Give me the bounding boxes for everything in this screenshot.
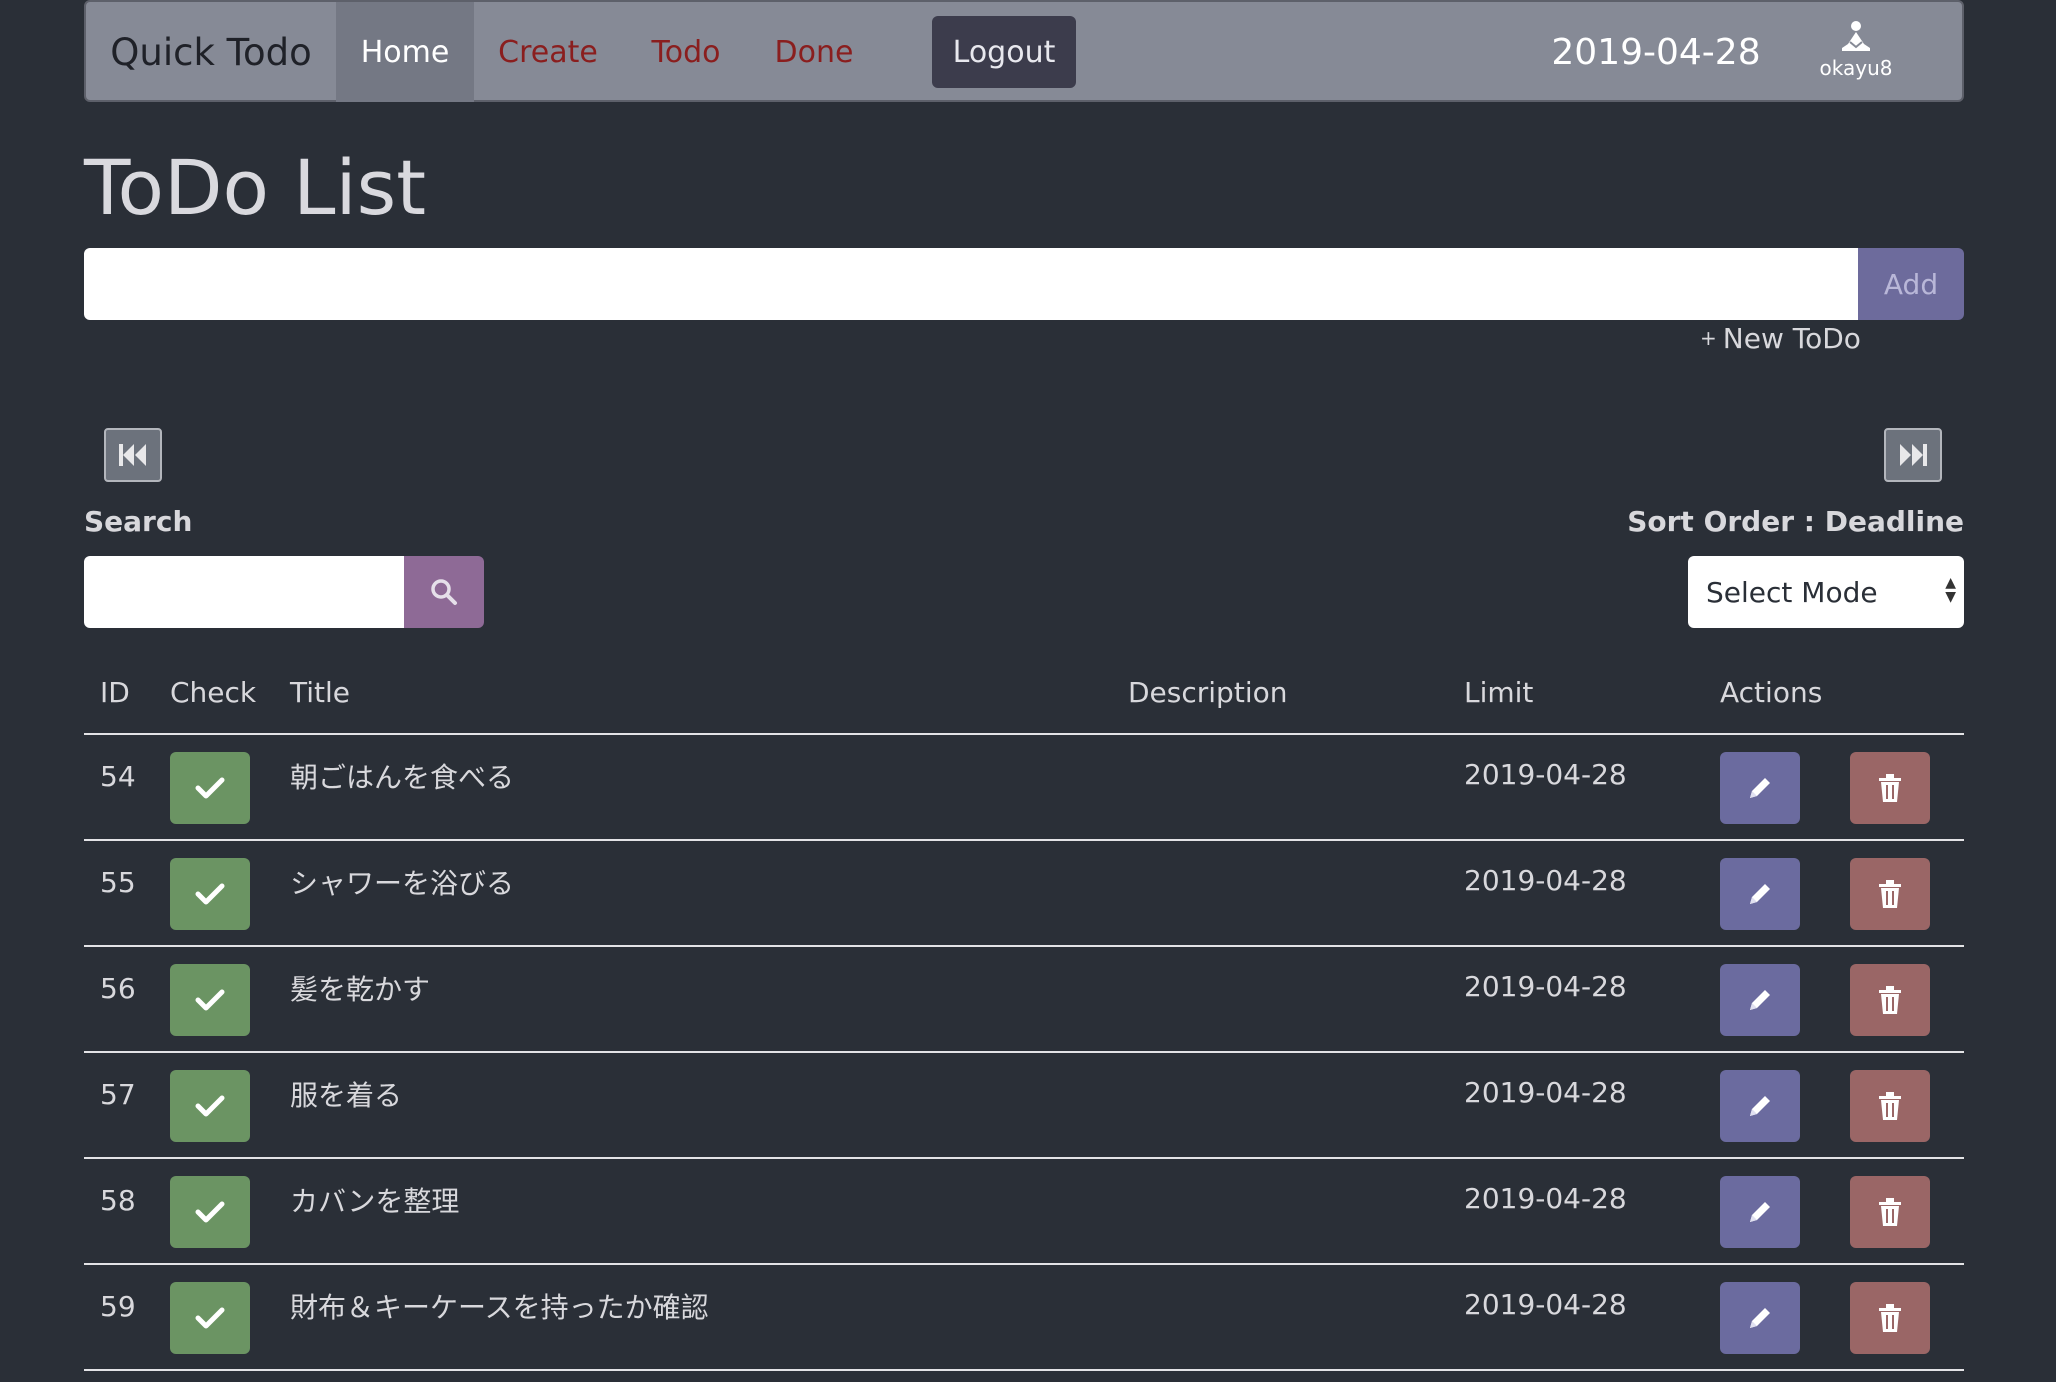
check-icon [195, 777, 225, 799]
delete-button[interactable] [1850, 1282, 1930, 1354]
check-button[interactable] [170, 1070, 250, 1142]
nav-done[interactable]: Done [750, 2, 878, 102]
sort-mode-select[interactable]: Select Mode ▲ ▼ [1688, 556, 1964, 628]
row-divider [84, 1051, 1964, 1053]
delete-button[interactable] [1850, 858, 1930, 930]
check-icon [195, 883, 225, 905]
check-icon [195, 1307, 225, 1329]
page-title: ToDo List [84, 143, 427, 232]
row-limit: 2019-04-28 [1464, 1076, 1627, 1109]
edit-button[interactable] [1720, 1282, 1800, 1354]
new-todo-input[interactable] [84, 248, 1858, 320]
row-id: 58 [100, 1184, 136, 1217]
check-button[interactable] [170, 1282, 250, 1354]
pencil-icon [1750, 778, 1770, 798]
trash-icon [1879, 1304, 1901, 1332]
delete-button[interactable] [1850, 1070, 1930, 1142]
header-title: Title [290, 676, 351, 709]
navbar: Quick Todo Home Create Todo Done Logout … [84, 0, 1964, 102]
trash-icon [1879, 774, 1901, 802]
pencil-icon [1750, 884, 1770, 904]
row-limit: 2019-04-28 [1464, 758, 1627, 791]
edit-button[interactable] [1720, 1176, 1800, 1248]
pencil-icon [1750, 1202, 1770, 1222]
first-page-button[interactable] [104, 428, 162, 482]
header-divider [84, 733, 1964, 735]
search-icon [431, 579, 457, 605]
edit-button[interactable] [1720, 858, 1800, 930]
trash-icon [1879, 1092, 1901, 1120]
logout-button[interactable]: Logout [932, 16, 1076, 88]
header-id: ID [100, 676, 130, 709]
add-button[interactable]: Add [1858, 248, 1964, 320]
row-divider [84, 1369, 1964, 1371]
edit-button[interactable] [1720, 1070, 1800, 1142]
sort-order-label: Sort Order : Deadline [1627, 505, 1964, 538]
row-divider [84, 945, 1964, 947]
pencil-icon [1750, 1308, 1770, 1328]
new-todo-label: New ToDo [1722, 322, 1861, 355]
row-id: 56 [100, 972, 136, 1005]
delete-button[interactable] [1850, 1176, 1930, 1248]
row-title: シャワーを浴びる [290, 867, 515, 900]
nav-home[interactable]: Home [336, 2, 474, 102]
edit-button[interactable] [1720, 752, 1800, 824]
last-page-button[interactable] [1884, 428, 1942, 482]
row-divider [84, 1157, 1964, 1159]
username: okayu8 [1819, 56, 1893, 80]
nav-todo[interactable]: Todo [622, 2, 750, 102]
current-date: 2019-04-28 [1551, 31, 1761, 73]
header-limit: Limit [1464, 676, 1534, 709]
check-button[interactable] [170, 1176, 250, 1248]
new-todo-link[interactable]: + New ToDo [1700, 322, 1861, 355]
header-actions: Actions [1720, 676, 1823, 709]
trash-icon [1879, 986, 1901, 1014]
check-button[interactable] [170, 752, 250, 824]
delete-button[interactable] [1850, 964, 1930, 1036]
user-menu[interactable]: okayu8 [1796, 20, 1916, 90]
pencil-icon [1750, 990, 1770, 1010]
check-icon [195, 1201, 225, 1223]
row-divider [84, 1263, 1964, 1265]
row-title: カバンを整理 [290, 1185, 460, 1218]
sort-mode-value: Select Mode [1706, 575, 1878, 609]
trash-icon [1879, 880, 1901, 908]
select-arrows-icon: ▲ ▼ [1945, 575, 1956, 605]
search-label: Search [84, 505, 193, 538]
pencil-icon [1750, 1096, 1770, 1116]
row-id: 57 [100, 1078, 136, 1111]
check-button[interactable] [170, 964, 250, 1036]
skip-first-icon [119, 444, 146, 466]
row-divider [84, 839, 1964, 841]
header-check: Check [170, 676, 257, 709]
row-title: 髪を乾かす [290, 973, 431, 1006]
trash-icon [1879, 1198, 1901, 1226]
check-icon [195, 1095, 225, 1117]
row-limit: 2019-04-28 [1464, 864, 1627, 897]
row-id: 54 [100, 760, 136, 793]
nav-create[interactable]: Create [474, 2, 622, 102]
row-title: 朝ごはんを食べる [290, 761, 515, 794]
check-icon [195, 989, 225, 1011]
row-title: 財布＆キーケースを持ったか確認 [290, 1291, 709, 1324]
check-button[interactable] [170, 858, 250, 930]
row-id: 59 [100, 1290, 136, 1323]
skip-last-icon [1900, 444, 1927, 466]
delete-button[interactable] [1850, 752, 1930, 824]
plus-icon: + [1700, 326, 1717, 350]
row-limit: 2019-04-28 [1464, 1182, 1627, 1215]
search-input[interactable] [84, 556, 404, 628]
edit-button[interactable] [1720, 964, 1800, 1036]
row-limit: 2019-04-28 [1464, 970, 1627, 1003]
row-limit: 2019-04-28 [1464, 1288, 1627, 1321]
row-title: 服を着る [290, 1079, 403, 1112]
meditating-person-icon [1842, 21, 1870, 51]
row-id: 55 [100, 866, 136, 899]
header-description: Description [1128, 676, 1288, 709]
brand-link[interactable]: Quick Todo [86, 2, 336, 102]
search-button[interactable] [404, 556, 484, 628]
